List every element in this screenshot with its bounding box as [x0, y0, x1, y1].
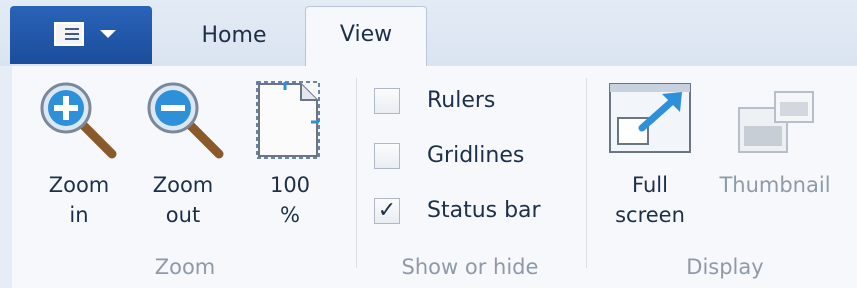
- zoom-in-icon: [40, 82, 117, 159]
- status-bar-checkbox-box[interactable]: ✓: [374, 198, 400, 224]
- group-label-show-or-hide: Show or hide: [401, 255, 539, 279]
- group-label-display: Display: [686, 255, 764, 279]
- group-divider: [586, 78, 587, 268]
- zoom-out-label: Zoom out: [152, 173, 214, 227]
- app-menu-button[interactable]: [10, 6, 152, 64]
- checkmark-icon: ✓: [377, 198, 397, 223]
- thumbnail-icon: [738, 91, 814, 153]
- full-screen-label: Full screen: [615, 173, 685, 227]
- rulers-label: Rulers: [427, 88, 496, 113]
- group-divider: [356, 78, 357, 268]
- actual-size-label: 100 %: [269, 173, 311, 227]
- group-label-zoom: Zoom: [154, 255, 216, 279]
- gridlines-label: Gridlines: [427, 143, 525, 168]
- zoom-out-icon: [147, 82, 224, 159]
- thumbnail-label: Thumbnail: [719, 173, 831, 197]
- document-menu-icon: [54, 22, 84, 46]
- status-bar-label: Status bar: [427, 198, 541, 223]
- tab-view[interactable]: View: [305, 6, 427, 67]
- rulers-checkbox-box[interactable]: [374, 88, 400, 114]
- tab-home[interactable]: Home: [170, 16, 298, 66]
- full-screen-icon: [609, 83, 691, 153]
- zoom-in-label: Zoom in: [48, 173, 110, 227]
- gridlines-checkbox-box[interactable]: [374, 143, 400, 169]
- page-actual-size-icon: [256, 81, 320, 159]
- chevron-down-icon: [100, 30, 116, 38]
- ribbon-tab-bar: Home View: [0, 0, 857, 67]
